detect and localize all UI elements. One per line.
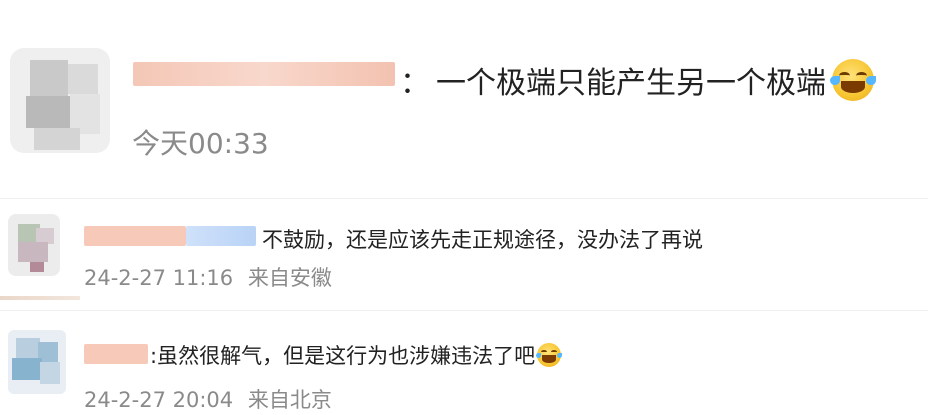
avatar[interactable] [8, 330, 66, 394]
laugh-cry-emoji-icon [830, 59, 876, 101]
divider [0, 198, 928, 199]
blurred-fragment [0, 296, 80, 300]
avatar[interactable] [8, 214, 60, 276]
reply-meta: 24-2-27 20:04 来自北京 [84, 384, 332, 414]
reply-time: 24-2-27 20:04 [84, 388, 234, 412]
divider [0, 310, 928, 311]
main-comment: ： 一个极端只能产生另一个极端 今天00:33 [0, 0, 928, 200]
avatar[interactable] [10, 48, 110, 153]
reply-text: :虽然很解气，但是这行为也涉嫌违法了吧 [150, 344, 536, 368]
username-blurred[interactable] [84, 344, 148, 364]
user-badge-blurred [186, 226, 256, 246]
reply-meta: 24-2-27 11:16 来自安徽 [84, 262, 332, 292]
reply-time: 24-2-27 11:16 [84, 266, 234, 290]
username-blurred[interactable] [84, 226, 186, 246]
reply-body: :虽然很解气，但是这行为也涉嫌违法了吧 [150, 340, 563, 370]
colon-separator: ： [400, 66, 430, 101]
reply-item: :虽然很解气，但是这行为也涉嫌违法了吧 24-2-27 20:04 来自北京 [0, 312, 928, 415]
reply-item: 不鼓励，还是应该先走正规途径，没办法了再说 24-2-27 11:16 来自安徽 [0, 200, 928, 300]
username-blurred[interactable] [133, 62, 395, 86]
laugh-cry-emoji-icon [536, 343, 563, 367]
reply-location: 来自安徽 [247, 266, 332, 290]
comment-body: ： 一个极端只能产生另一个极端 [400, 59, 876, 101]
reply-text: 不鼓励，还是应该先走正规途径，没办法了再说 [262, 228, 703, 252]
comment-time: 今天00:33 [132, 127, 269, 160]
comment-text: 一个极端只能产生另一个极端 [436, 66, 826, 101]
reply-location: 来自北京 [247, 388, 332, 412]
